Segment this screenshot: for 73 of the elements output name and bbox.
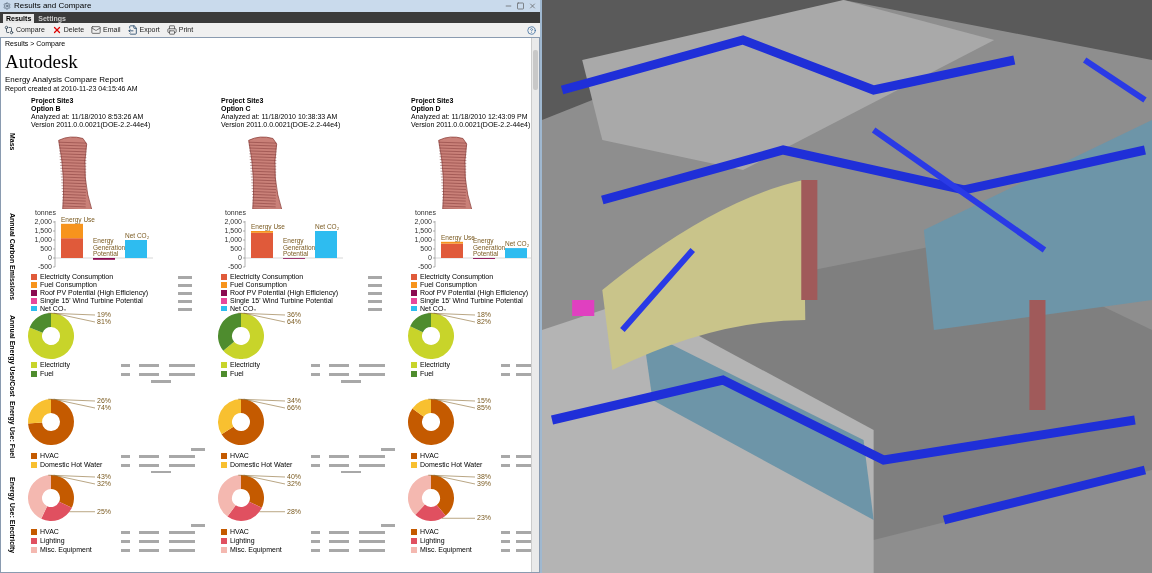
- blurred-text: [329, 454, 349, 458]
- blurred-text: [329, 372, 349, 376]
- blurred-text: [139, 548, 159, 552]
- blurred-text: [329, 539, 349, 543]
- blurred-text: [169, 363, 195, 367]
- blurred-text: [341, 379, 361, 383]
- report-title: Energy Analysis Compare Report: [5, 75, 124, 85]
- blurred-text: [516, 548, 531, 552]
- blurred-text: [169, 539, 195, 543]
- compare-icon: [4, 25, 14, 35]
- blurred-text: [368, 291, 382, 295]
- blurred-text: [178, 283, 192, 287]
- blurred-text: [139, 454, 159, 458]
- blurred-text: [178, 275, 192, 279]
- blurred-text: [516, 363, 531, 367]
- blurred-text: [329, 530, 349, 534]
- printer-icon: [166, 25, 177, 35]
- blurred-text: [139, 463, 159, 467]
- blurred-text: [359, 463, 385, 467]
- y-axis: [52, 220, 56, 268]
- blurred-text: [169, 530, 195, 534]
- leader-line: [69, 511, 96, 513]
- blurred-text: [169, 548, 195, 552]
- blurred-text: [368, 307, 382, 311]
- leader-line: [441, 518, 476, 519]
- blurred-text: [359, 363, 385, 367]
- blurred-text: [368, 283, 382, 287]
- blurred-text: [516, 530, 531, 534]
- blurred-text: [169, 463, 195, 467]
- blurred-text: [139, 539, 159, 543]
- blurred-text: [359, 548, 385, 552]
- export-icon: [127, 25, 138, 35]
- blurred-text: [381, 447, 395, 451]
- leader-line: [259, 511, 286, 513]
- y-axis: [242, 220, 246, 268]
- blurred-text: [139, 530, 159, 534]
- blurred-text: [381, 523, 395, 527]
- blurred-text: [516, 454, 531, 458]
- minimize-icon[interactable]: [504, 2, 513, 10]
- blurred-text: [359, 454, 385, 458]
- blurred-text: [139, 372, 159, 376]
- y-axis: [432, 220, 436, 268]
- blurred-text: [191, 523, 205, 527]
- blurred-text: [178, 307, 192, 311]
- logo: Autodesk: [5, 52, 78, 72]
- blurred-text: [516, 539, 531, 543]
- blurred-text: [329, 548, 349, 552]
- delete-icon: [51, 25, 62, 35]
- blurred-text: [169, 454, 195, 458]
- scrollbar[interactable]: [531, 38, 539, 572]
- blurred-text: [151, 379, 171, 383]
- blurred-text: [516, 463, 531, 467]
- blurred-text: [139, 363, 159, 367]
- help-icon[interactable]: [527, 25, 536, 35]
- envelope-icon: [91, 25, 102, 35]
- blurred-text: [178, 291, 192, 295]
- close-icon[interactable]: [528, 2, 537, 10]
- blurred-text: [329, 463, 349, 467]
- blurred-text: [329, 363, 349, 367]
- blurred-text: [359, 539, 385, 543]
- blurred-text: [368, 275, 382, 279]
- blurred-text: [341, 470, 361, 473]
- blurred-text: [516, 372, 531, 376]
- blurred-text: [359, 372, 385, 376]
- blurred-text: [178, 299, 192, 303]
- blurred-text: [359, 530, 385, 534]
- blurred-text: [368, 299, 382, 303]
- window-title: Results and Compare: [14, 1, 92, 11]
- blurred-text: [169, 372, 195, 376]
- blurred-text: [151, 470, 171, 473]
- maximize-icon[interactable]: [516, 2, 525, 10]
- blurred-text: [191, 447, 205, 451]
- gear-icon: [3, 2, 11, 10]
